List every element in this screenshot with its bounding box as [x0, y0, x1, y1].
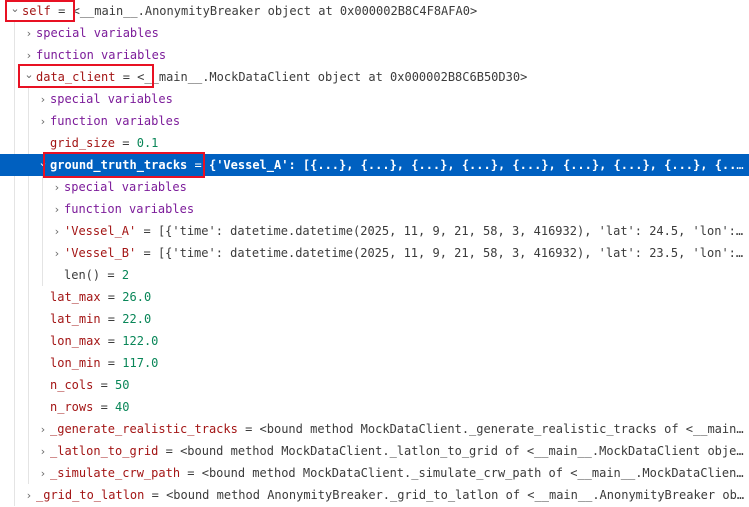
equals-separator: = [187, 158, 209, 172]
variable-value: <bound method MockDataClient._simulate_c… [201, 466, 749, 480]
tree-row[interactable]: ⌄ data_client = <__main__.MockDataClient … [0, 66, 749, 88]
variable-name: lon_min [50, 356, 101, 370]
variable-value: {'Vessel_A': [{...}, {...}, {...}, {...}… [208, 158, 749, 172]
chevron-right-icon[interactable]: › [36, 441, 50, 462]
tree-row[interactable]: lon_max = 122.0 [0, 330, 749, 352]
variable-name: function variables [50, 114, 181, 128]
tree-row[interactable]: ⌄ ground_truth_tracks = {'Vessel_A': [{..… [0, 154, 749, 176]
variable-name: ground_truth_tracks [50, 158, 188, 172]
variable-value: 50 [115, 378, 130, 392]
variable-value: <__main__.AnonymityBreaker object at 0x0… [72, 4, 478, 18]
tree-row[interactable]: › _simulate_crw_path = <bound method Mock… [0, 462, 749, 484]
equals-separator: = [100, 312, 123, 326]
variable-name: lon_max [50, 334, 101, 348]
variable-name: _generate_realistic_tracks [50, 422, 238, 436]
tree-row[interactable]: › special variables [0, 176, 749, 198]
variable-value: 22.0 [122, 312, 152, 326]
variable-name: grid_size [50, 136, 116, 150]
chevron-right-icon[interactable]: › [22, 45, 36, 66]
tree-row[interactable]: n_cols = 50 [0, 374, 749, 396]
chevron-right-icon[interactable]: › [50, 199, 64, 220]
chevron-right-icon[interactable]: › [50, 243, 64, 264]
tree-row[interactable]: n_rows = 40 [0, 396, 749, 418]
equals-separator: = [100, 356, 123, 370]
variable-value: 26.0 [122, 290, 152, 304]
variable-value: <bound method MockDataClient._latlon_to_… [180, 444, 749, 458]
variable-value: 122.0 [122, 334, 159, 348]
debug-variables-tree: ⌄ self = <__main__.AnonymityBreaker objec… [0, 0, 749, 507]
equals-separator: = [115, 70, 138, 84]
variable-value: 2 [121, 268, 130, 282]
tree-row[interactable]: lat_min = 22.0 [0, 308, 749, 330]
chevron-right-icon[interactable]: › [36, 463, 50, 484]
variable-name: lat_min [50, 312, 101, 326]
equals-separator: = [93, 378, 116, 392]
chevron-right-icon[interactable]: › [22, 23, 36, 44]
variable-name: special variables [36, 26, 159, 40]
equals-separator: = [144, 488, 167, 502]
variable-name: n_cols [50, 378, 94, 392]
chevron-down-icon[interactable]: ⌄ [36, 154, 50, 174]
tree-row[interactable]: › function variables [0, 110, 749, 132]
variable-value: <__main__.MockDataClient object at 0x000… [137, 70, 528, 84]
tree-row[interactable]: ⌄ self = <__main__.AnonymityBreaker objec… [0, 0, 749, 22]
variable-value: [{'time': datetime.datetime(2025, 11, 9,… [157, 224, 749, 238]
equals-separator: = [136, 224, 158, 238]
tree-row[interactable]: › 'Vessel_A' = [{'time': datetime.datetim… [0, 220, 749, 242]
variable-name: n_rows [50, 400, 94, 414]
variable-name: special variables [50, 92, 173, 106]
variable-name: 'Vessel_B' [64, 246, 137, 260]
tree-row[interactable]: › special variables [0, 22, 749, 44]
tree-row[interactable]: › _latlon_to_grid = <bound method MockDat… [0, 440, 749, 462]
chevron-right-icon[interactable]: › [36, 111, 50, 132]
tree-row[interactable]: › 'Vessel_B' = [{'time': datetime.datetim… [0, 242, 749, 264]
variable-name: data_client [36, 70, 116, 84]
chevron-right-icon[interactable]: › [50, 177, 64, 198]
variable-name: special variables [64, 180, 187, 194]
variable-value: <bound method AnonymityBreaker._grid_to_… [166, 488, 749, 502]
variable-name: function variables [36, 48, 167, 62]
variable-name: _grid_to_latlon [36, 488, 145, 502]
equals-separator: = [100, 290, 123, 304]
variable-name: lat_max [50, 290, 101, 304]
variable-name: _simulate_crw_path [50, 466, 181, 480]
equals-separator: = [136, 246, 158, 260]
equals-separator: = [237, 422, 260, 436]
chevron-right-icon[interactable]: › [22, 485, 36, 506]
chevron-down-icon[interactable]: ⌄ [22, 66, 36, 86]
variable-name: len() [64, 268, 101, 282]
chevron-right-icon[interactable]: › [36, 419, 50, 440]
equals-separator: = [158, 444, 181, 458]
tree-row[interactable]: › _generate_realistic_tracks = <bound met… [0, 418, 749, 440]
equals-separator: = [115, 136, 137, 150]
tree-row[interactable]: lon_min = 117.0 [0, 352, 749, 374]
variable-name: _latlon_to_grid [50, 444, 159, 458]
equals-separator: = [50, 4, 73, 18]
equals-separator: = [100, 268, 122, 282]
tree-row[interactable]: len() = 2 [0, 264, 749, 286]
tree-row[interactable]: › special variables [0, 88, 749, 110]
variable-value: 40 [115, 400, 130, 414]
variable-name: self [22, 4, 51, 18]
tree-row[interactable]: lat_max = 26.0 [0, 286, 749, 308]
equals-separator: = [180, 466, 202, 480]
variable-value: <bound method MockDataClient._generate_r… [259, 422, 749, 436]
chevron-right-icon[interactable]: › [50, 221, 64, 242]
equals-separator: = [93, 400, 116, 414]
chevron-down-icon[interactable]: ⌄ [8, 0, 22, 20]
tree-row[interactable]: grid_size = 0.1 [0, 132, 749, 154]
variable-value: 0.1 [136, 136, 159, 150]
variable-value: [{'time': datetime.datetime(2025, 11, 9,… [157, 246, 749, 260]
variable-name: 'Vessel_A' [64, 224, 137, 238]
variable-name: function variables [64, 202, 195, 216]
tree-row[interactable]: › function variables [0, 198, 749, 220]
tree-row[interactable]: › _grid_to_latlon = <bound method Anonymi… [0, 484, 749, 506]
variable-value: 117.0 [122, 356, 159, 370]
equals-separator: = [100, 334, 123, 348]
chevron-right-icon[interactable]: › [36, 89, 50, 110]
tree-row[interactable]: › function variables [0, 44, 749, 66]
